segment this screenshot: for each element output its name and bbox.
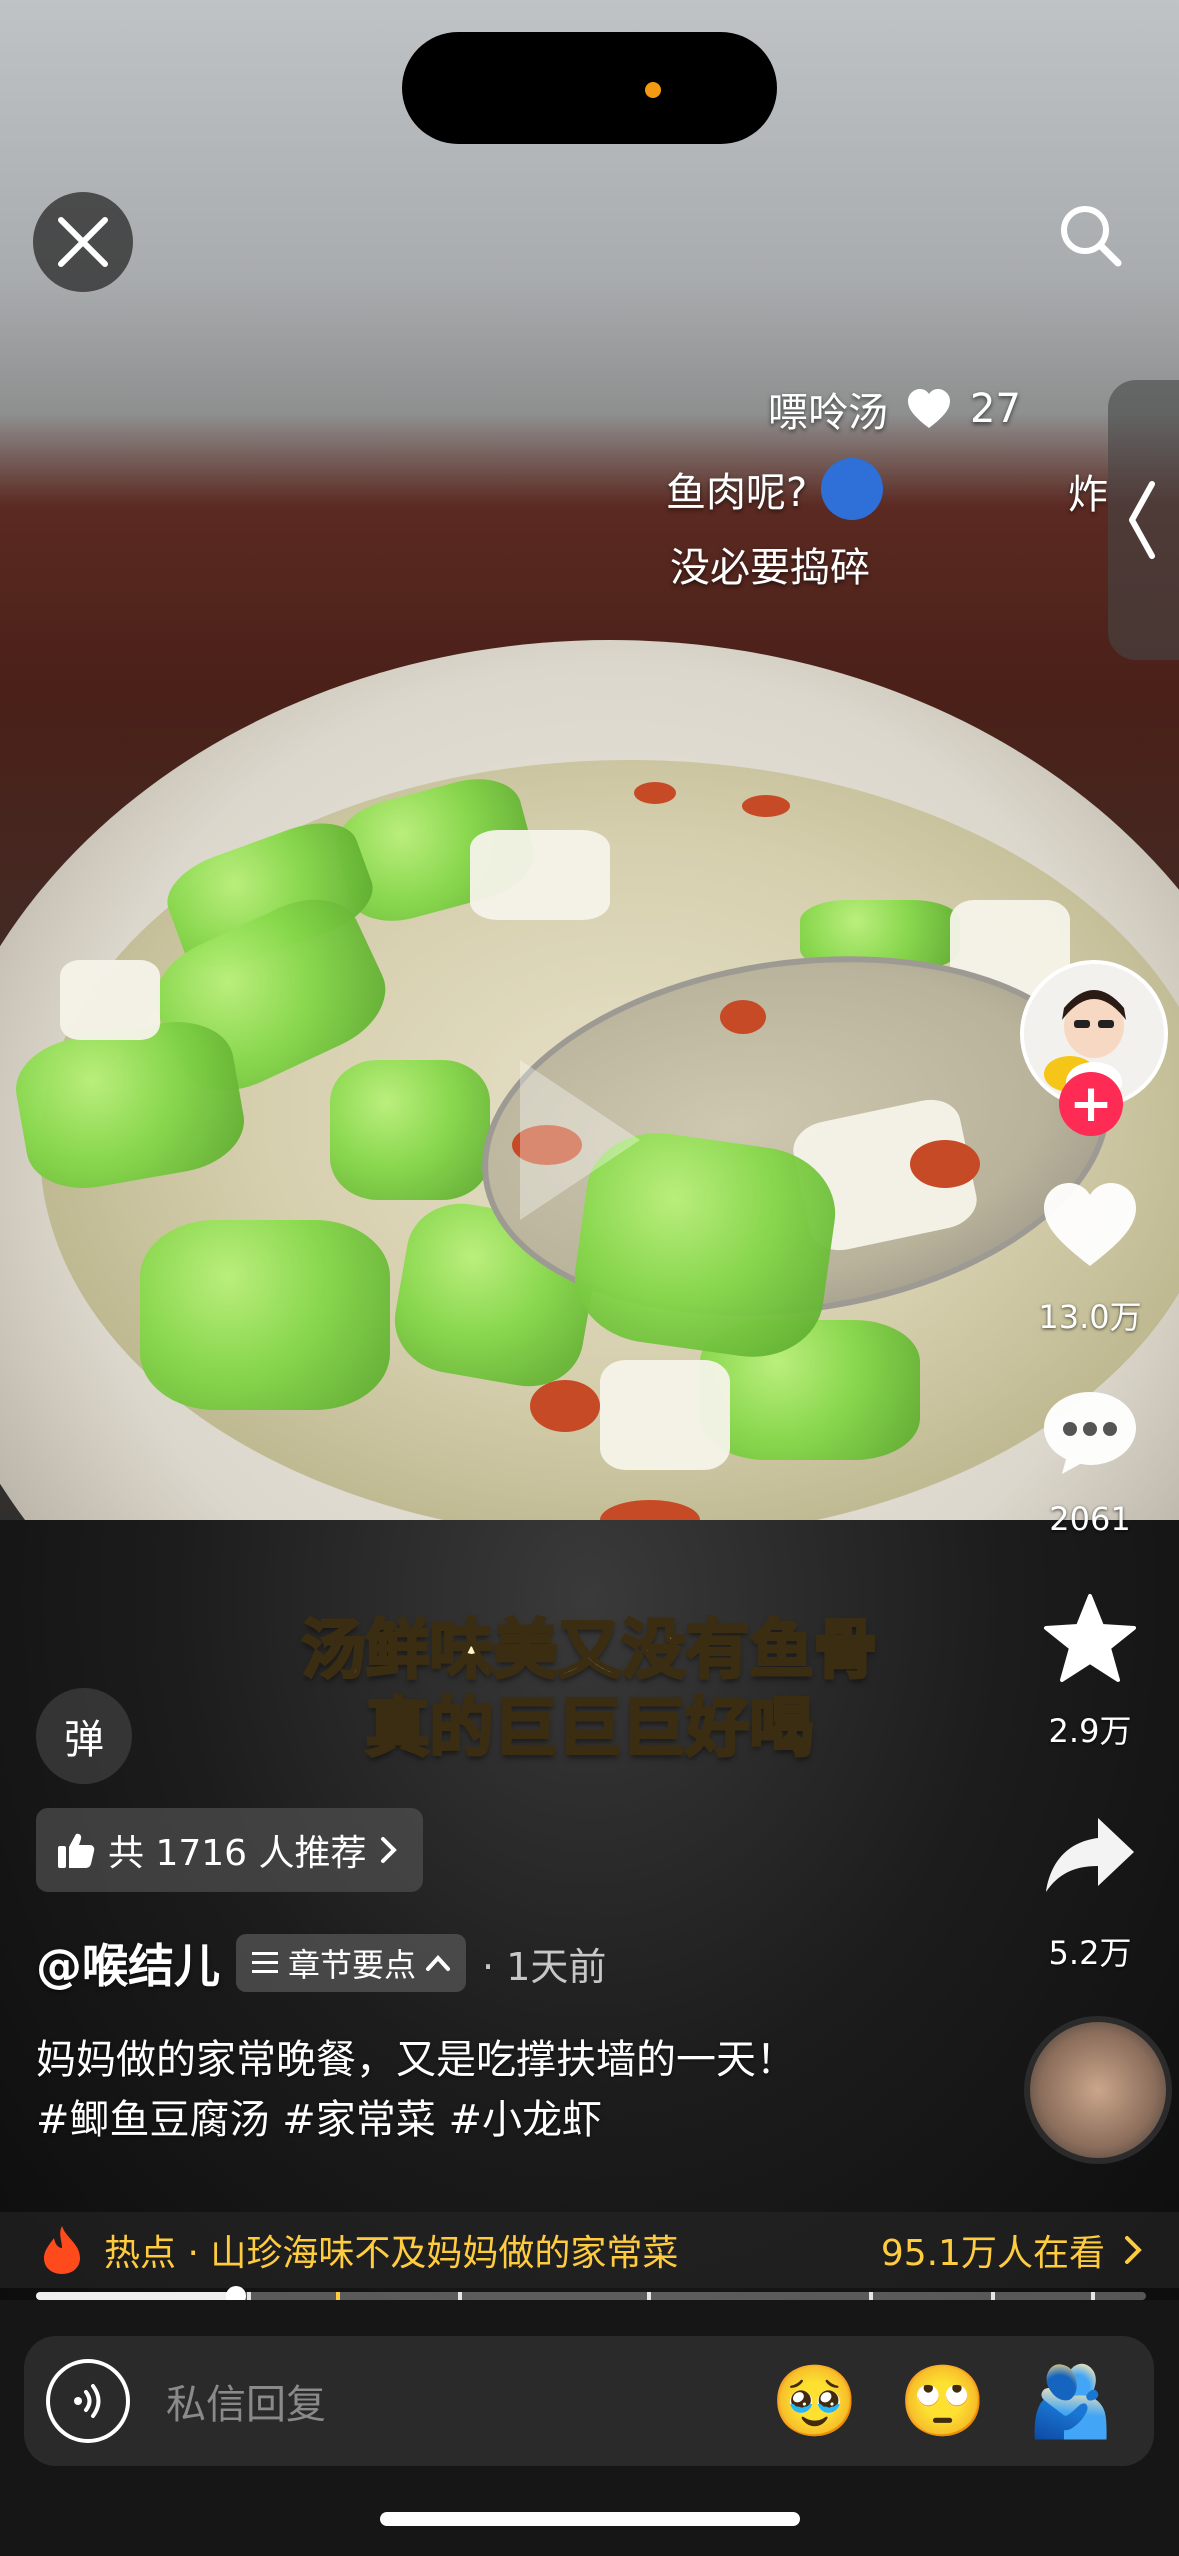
chevron-right-icon: [380, 1837, 397, 1863]
goji-berry: [720, 1000, 766, 1034]
favorite-count: 2.9万: [1048, 1712, 1132, 1750]
time-label: 1天前: [506, 1944, 607, 1989]
pleading-emoji-button[interactable]: 🥹: [770, 2356, 860, 2446]
hot-topic-bar[interactable]: 热点 · 山珍海味不及妈妈做的家常菜 95.1万人在看: [0, 2212, 1179, 2288]
chapter-points-button[interactable]: 章节要点: [236, 1934, 467, 1992]
thumbs-up-icon: [58, 1833, 95, 1868]
danmaku-like-count: 27: [970, 386, 1021, 432]
hashtag-link[interactable]: #小龙虾: [448, 2097, 602, 2143]
chapter-tick: [990, 2292, 995, 2300]
video-subtitle: 汤鲜味美又没有鱼骨 真的巨巨巨好喝: [0, 1612, 1179, 1768]
list-icon: [252, 1952, 278, 1973]
video-caption: 妈妈做的家常晚餐，又是吃撑扶墙的一天！ #鲫鱼豆腐汤 #家常菜 #小龙虾: [36, 2030, 996, 2150]
author-row: @喉结儿 章节要点 · 1天前: [36, 1930, 606, 1996]
share-arrow-icon: [1046, 1818, 1134, 1892]
hashtag-list: #鲫鱼豆腐汤 #家常菜 #小龙虾: [36, 2090, 996, 2150]
goji-berry: [910, 1140, 980, 1188]
caption-text: 妈妈做的家常晚餐，又是吃撑扶墙的一天！: [36, 2037, 796, 2083]
side-panel-handle[interactable]: [1108, 380, 1179, 660]
author-name[interactable]: @喉结儿: [36, 1930, 220, 1996]
chapter-tick: [246, 2292, 251, 2300]
hug-emoji-button[interactable]: 🫂: [1026, 2356, 1116, 2446]
chapter-tick: [1090, 2292, 1095, 2300]
tofu-piece: [470, 830, 610, 920]
danmaku-text: 没必要捣碎: [670, 545, 870, 591]
like-button[interactable]: [1020, 1180, 1160, 1270]
danmaku-toggle-button[interactable]: 弹: [36, 1688, 132, 1784]
zucchini-chunk: [330, 1060, 490, 1200]
chevron-up-icon: [426, 1955, 451, 1971]
privacy-indicator-dot: [645, 82, 661, 98]
comment-button[interactable]: [1020, 1388, 1160, 1478]
tofu-piece: [600, 1360, 730, 1470]
recommend-pill[interactable]: 共 1716 人推荐: [36, 1808, 423, 1892]
hot-viewer-count: 95.1万人在看: [880, 2233, 1105, 2274]
fire-icon: [44, 2226, 80, 2274]
favorite-button[interactable]: [1020, 1592, 1160, 1684]
comment-count: 2061: [1049, 1500, 1131, 1538]
close-button[interactable]: [33, 192, 133, 292]
search-icon: [1061, 206, 1122, 267]
home-indicator[interactable]: [380, 2512, 800, 2526]
chapter-tick: [868, 2292, 873, 2300]
time-separator: ·: [482, 1944, 495, 1989]
chapter-tick: [646, 2292, 651, 2300]
danmaku-item[interactable]: 没必要捣碎: [670, 535, 870, 593]
chevron-right-icon: [1125, 2236, 1142, 2264]
danmaku-text: 鱼肉呢?: [666, 470, 808, 516]
voice-input-button[interactable]: [46, 2359, 130, 2443]
search-button[interactable]: [1055, 200, 1135, 280]
progress-fill: [36, 2292, 236, 2300]
plus-icon: +: [1069, 1074, 1113, 1134]
chevron-left-icon: [1129, 481, 1155, 559]
goji-berry: [634, 782, 676, 804]
goji-berry: [742, 795, 790, 817]
play-icon[interactable]: [520, 1060, 640, 1220]
like-count: 13.0万: [1038, 1298, 1142, 1336]
danmaku-text: 嘌呤汤: [768, 390, 888, 436]
reply-input-bar[interactable]: 私信回复 🥹 🙄 🫂: [24, 2336, 1154, 2466]
heart-icon: [908, 389, 950, 428]
danmaku-toggle-label: 弹: [64, 1717, 104, 1763]
close-icon: [58, 217, 108, 267]
hashtag-link[interactable]: #鲫鱼豆腐汤: [36, 2097, 270, 2143]
danmaku-item[interactable]: 嘌呤汤 27: [768, 380, 1021, 438]
star-icon: [1044, 1594, 1136, 1682]
comment-icon: [1044, 1392, 1136, 1474]
share-button[interactable]: [1020, 1812, 1160, 1896]
hashtag-link[interactable]: #家常菜: [282, 2097, 436, 2143]
danmaku-item[interactable]: 炸: [1068, 462, 1108, 520]
voice-icon: [74, 2384, 101, 2418]
subtitle-line: 汤鲜味美又没有鱼骨: [300, 1613, 879, 1690]
reply-placeholder[interactable]: 私信回复: [166, 2372, 770, 2430]
share-count: 5.2万: [1048, 1934, 1132, 1972]
danmaku-text: 炸: [1068, 472, 1108, 518]
goji-berry: [530, 1380, 600, 1432]
post-time: · 1天前: [482, 1936, 606, 1991]
hot-topic-label: 热点 · 山珍海味不及妈妈做的家常菜: [104, 2233, 679, 2274]
danmaku-item[interactable]: 鱼肉呢?: [666, 458, 884, 520]
chapter-points-label: 章节要点: [288, 1946, 417, 1984]
recommend-label: 共 1716 人推荐: [108, 1833, 367, 1874]
heart-icon: [1044, 1183, 1136, 1266]
chapter-tick: [335, 2292, 340, 2300]
dynamic-island: [402, 32, 777, 144]
follow-button[interactable]: +: [1059, 1072, 1123, 1136]
zucchini-chunk: [140, 1220, 390, 1410]
chapter-tick: [457, 2292, 462, 2300]
thinking-emoji-icon: [821, 458, 884, 520]
music-disc[interactable]: [1024, 2016, 1172, 2164]
eye-roll-emoji-button[interactable]: 🙄: [898, 2356, 988, 2446]
tofu-piece: [60, 960, 160, 1040]
subtitle-line: 真的巨巨巨好喝: [364, 1691, 815, 1768]
